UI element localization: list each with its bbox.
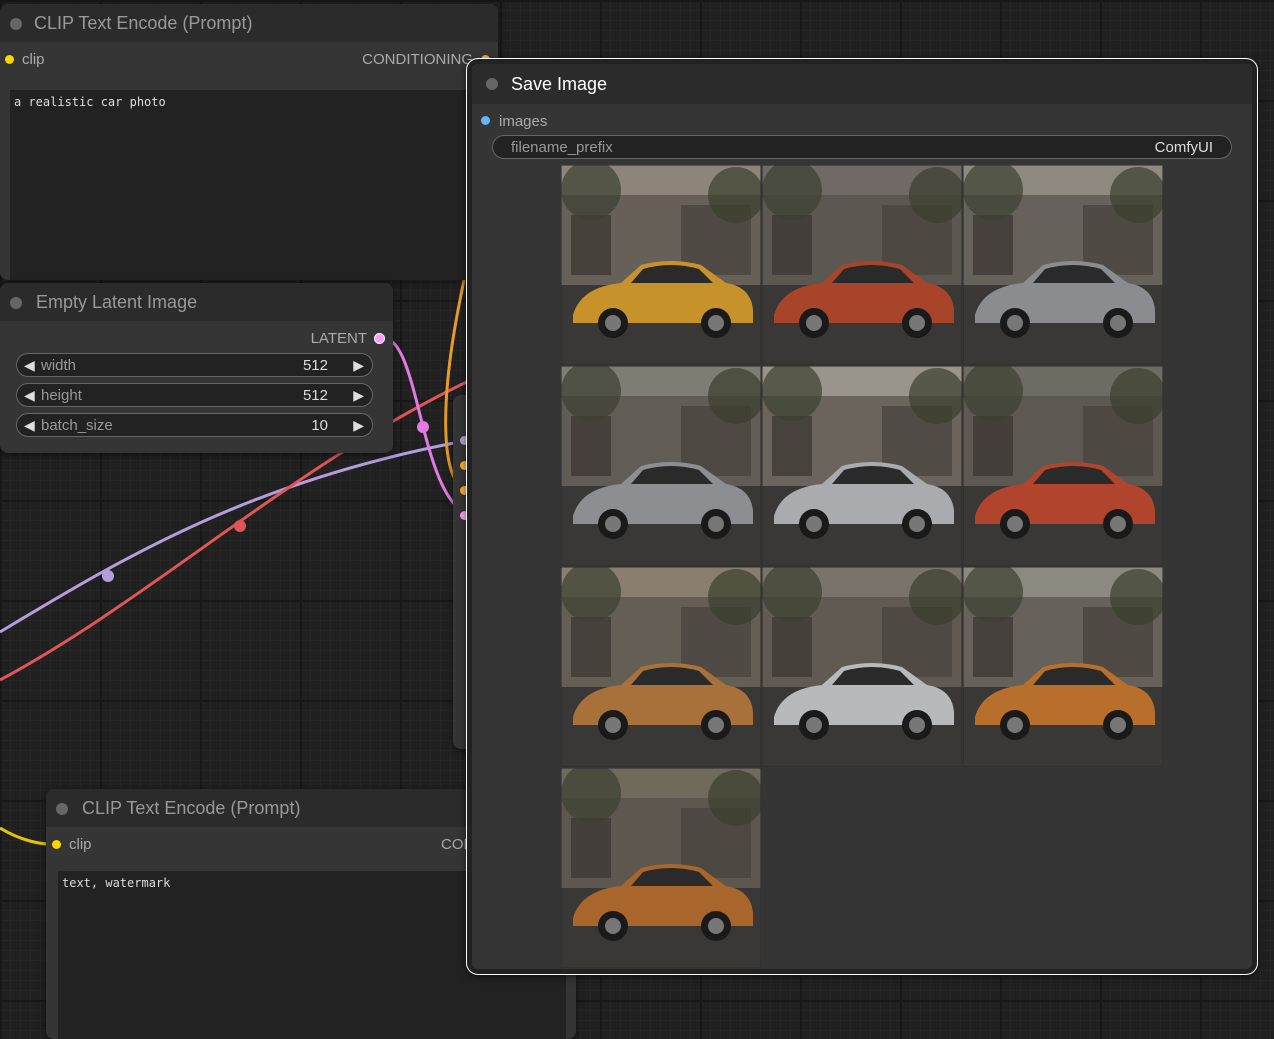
images-input-label: images (499, 113, 548, 130)
collapse-dot[interactable] (486, 78, 498, 90)
generated-image-thumbnail[interactable] (561, 768, 761, 968)
collapse-dot[interactable] (56, 803, 68, 815)
increment-arrow-icon[interactable]: ▶ (353, 387, 364, 404)
images-input-dot[interactable] (481, 116, 490, 125)
widget-value[interactable]: 512 (303, 387, 328, 404)
model-link (0, 438, 471, 634)
node-title-bar[interactable]: Save Image (472, 64, 1252, 104)
empty-latent-image-node[interactable]: Empty Latent Image LATENT ◀ width 512 ▶ … (0, 283, 393, 453)
widget-label: width (41, 357, 77, 374)
collapse-dot[interactable] (10, 297, 22, 309)
width-widget[interactable]: ◀ width 512 ▶ (16, 353, 373, 377)
batch-size-widget[interactable]: ◀ batch_size 10 ▶ (16, 413, 373, 437)
latent-output-dot[interactable] (374, 333, 385, 344)
node-title-bar[interactable]: CLIP Text Encode (Prompt) (0, 4, 498, 42)
node-title-bar[interactable]: Empty Latent Image (0, 283, 393, 321)
model-link-midpoint (102, 570, 114, 582)
save-image-node[interactable]: Save Image images filename_prefix ComfyU… (466, 58, 1258, 975)
decrement-arrow-icon[interactable]: ◀ (24, 417, 35, 434)
filename-prefix-widget[interactable]: filename_prefix ComfyUI (492, 135, 1232, 159)
latent-output-label: LATENT (310, 330, 367, 347)
generated-image-thumbnail[interactable] (561, 567, 761, 767)
clip-input-dot[interactable] (52, 840, 61, 849)
widget-label: batch_size (41, 417, 113, 434)
generated-image-thumbnail[interactable] (762, 366, 962, 566)
widget-label: filename_prefix (511, 139, 613, 156)
generated-image-thumbnail[interactable] (762, 567, 962, 767)
latent-link-midpoint (417, 421, 429, 433)
increment-arrow-icon[interactable]: ▶ (353, 357, 364, 374)
vae-link-midpoint (234, 520, 246, 532)
widget-value[interactable]: 512 (303, 357, 328, 374)
widget-value[interactable]: ComfyUI (1155, 139, 1213, 156)
widget-value[interactable]: 10 (311, 417, 328, 434)
conditioning-output-label: CONDITIONING (362, 51, 473, 68)
widget-label: height (41, 387, 82, 404)
generated-image-thumbnail[interactable] (963, 567, 1163, 767)
generated-image-thumbnail[interactable] (561, 366, 761, 566)
node-title: CLIP Text Encode (Prompt) (34, 13, 253, 33)
increment-arrow-icon[interactable]: ▶ (353, 417, 364, 434)
image-gallery[interactable] (561, 165, 1164, 969)
generated-image-thumbnail[interactable] (762, 165, 962, 365)
decrement-arrow-icon[interactable]: ◀ (24, 357, 35, 374)
prompt-textarea[interactable]: a realistic car photo (10, 90, 488, 280)
node-title: Save Image (511, 74, 608, 94)
clip-input-label: clip (22, 51, 45, 68)
generated-image-thumbnail[interactable] (963, 165, 1163, 365)
clip-text-encode-top-node[interactable]: CLIP Text Encode (Prompt) clip CONDITION… (0, 4, 498, 280)
clip-input-dot[interactable] (5, 55, 14, 64)
node-title: CLIP Text Encode (Prompt) (82, 798, 301, 818)
generated-image-thumbnail[interactable] (963, 366, 1163, 566)
clip-input-label: clip (69, 836, 92, 853)
decrement-arrow-icon[interactable]: ◀ (24, 387, 35, 404)
height-widget[interactable]: ◀ height 512 ▶ (16, 383, 373, 407)
node-title: Empty Latent Image (36, 292, 198, 312)
generated-image-thumbnail[interactable] (561, 165, 761, 365)
collapse-dot[interactable] (10, 18, 22, 30)
